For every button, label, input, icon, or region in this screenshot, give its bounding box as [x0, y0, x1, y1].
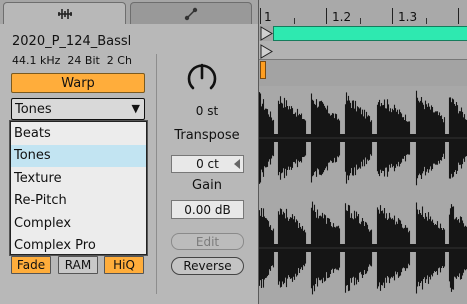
- ruler-label-3: 1.3: [398, 10, 418, 24]
- waveform: [259, 90, 467, 295]
- edit-button[interactable]: Edit: [171, 233, 244, 250]
- transpose-value: 0 st: [195, 104, 219, 118]
- envelope-icon: [184, 7, 198, 20]
- transpose-knob[interactable]: [186, 62, 218, 94]
- warp-mode-option-beats[interactable]: Beats: [11, 122, 146, 145]
- warp-mode-value: Tones: [15, 101, 52, 117]
- sample-editor[interactable]: 1 1.2 1.3: [258, 0, 467, 304]
- transpose-label: Transpose: [174, 128, 240, 143]
- warp-marker-lane: [259, 60, 467, 86]
- tab-envelopes[interactable]: [130, 2, 252, 24]
- ruler-minor-tick: [294, 18, 295, 24]
- gain-field[interactable]: 0.00 dB: [171, 200, 244, 219]
- detune-arrow-icon: [234, 159, 240, 169]
- warp-button[interactable]: Warp: [11, 73, 145, 93]
- hiq-toggle[interactable]: HiQ: [104, 256, 144, 274]
- reverse-button[interactable]: Reverse: [171, 257, 244, 275]
- marker-lane: [259, 41, 467, 60]
- sample-info: 44.1 kHz 24 Bit 2 Ch: [12, 54, 132, 67]
- ruler-label-2: 1.2: [332, 10, 352, 24]
- sample-panel: 2020_P_124_Bassl 44.1 kHz 24 Bit 2 Ch Wa…: [0, 24, 258, 304]
- warp-mode-option-complex-pro[interactable]: Complex Pro: [11, 235, 146, 258]
- tab-sample[interactable]: [3, 2, 126, 24]
- start-marker[interactable]: [260, 61, 266, 79]
- warp-mode-dropdown: Beats Tones Texture Re-Pitch Complex Com…: [10, 121, 147, 255]
- warp-mode-option-re-pitch[interactable]: Re-Pitch: [11, 190, 146, 213]
- ram-toggle[interactable]: RAM: [58, 256, 98, 274]
- ruler-tick: [326, 8, 327, 24]
- ruler-tick: [458, 8, 459, 24]
- warp-mode-select[interactable]: Tones ▼: [11, 98, 145, 120]
- waveform-display[interactable]: [259, 86, 467, 304]
- gain-label: Gain: [192, 178, 222, 193]
- warp-mode-option-complex[interactable]: Complex: [11, 212, 146, 235]
- chevron-down-icon: ▼: [131, 102, 140, 115]
- clip-view-tabs: [0, 0, 258, 24]
- loop-start-marker-icon[interactable]: [260, 26, 274, 60]
- warp-mode-option-tones[interactable]: Tones: [11, 144, 146, 167]
- panel-divider: [156, 54, 157, 294]
- time-ruler[interactable]: 1 1.2 1.3: [259, 0, 467, 26]
- detune-value: 0 ct: [196, 157, 219, 171]
- sample-name: 2020_P_124_Bassl: [12, 34, 132, 49]
- loop-brace[interactable]: [273, 26, 467, 41]
- ruler-tick: [260, 8, 261, 24]
- warp-mode-option-texture[interactable]: Texture: [11, 167, 146, 190]
- waveform-icon: [57, 8, 72, 19]
- ruler-tick: [392, 8, 393, 24]
- fade-toggle[interactable]: Fade: [11, 256, 51, 274]
- detune-field[interactable]: 0 ct: [171, 155, 244, 173]
- ruler-label-1: 1: [264, 10, 272, 24]
- ruler-minor-tick: [360, 18, 361, 24]
- ruler-minor-tick: [426, 18, 427, 24]
